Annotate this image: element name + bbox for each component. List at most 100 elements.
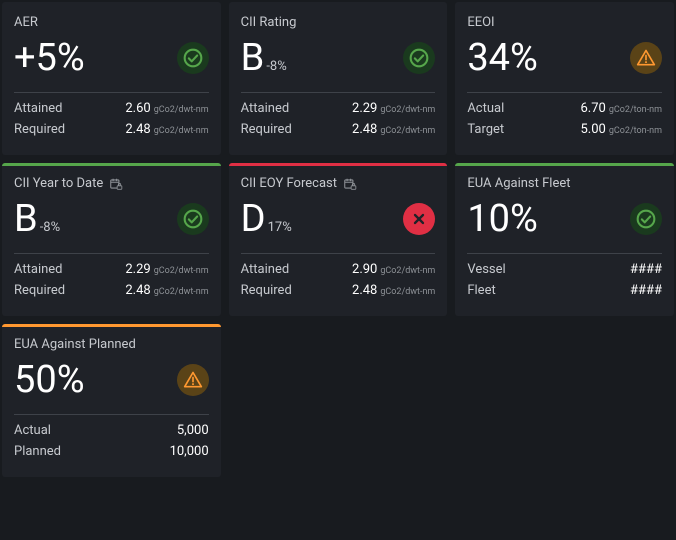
metric-card[interactable]: AER+5%Attained2.60gCo2/dwt-nmRequired2.4… (2, 2, 221, 155)
check-circle-icon (403, 42, 435, 74)
card-title-text: CII EOY Forecast (241, 176, 337, 191)
metric-unit: gCo2/dwt-nm (380, 126, 435, 136)
metric-label: Required (14, 122, 65, 137)
metric-card[interactable]: CII Year to Date B-8% Attained 2.29 gCo2/dwt… (2, 163, 221, 316)
headline-main: D (241, 197, 266, 241)
card-title: EEOI (467, 15, 662, 30)
metric-label: Actual (14, 423, 51, 438)
metric-number: 10,000 (170, 444, 209, 459)
metric-card[interactable]: EUA Against Fleet10%Vessel####Fleet#### (455, 163, 674, 316)
metric-row: Attained 2.90gCo2/dwt-nm (241, 262, 436, 277)
headline-row: D17% (241, 195, 436, 243)
metric-number: 2.48 (125, 283, 150, 298)
headline-row: 34% (467, 34, 662, 82)
separator (467, 92, 662, 93)
headline-value: B-8% (241, 36, 287, 80)
separator (14, 414, 209, 415)
metric-unit: gCo2/dwt-nm (154, 266, 209, 276)
metric-label: Attained (14, 262, 63, 277)
headline-value: 10% (467, 197, 538, 241)
metric-label: Attained (241, 101, 290, 116)
x-circle-icon (403, 203, 435, 235)
metric-row: Actual 6.70gCo2/ton-nm (467, 101, 662, 116)
card-title: EUA Against Planned (14, 337, 209, 352)
metric-number: 2.29 (125, 262, 150, 277)
metric-label: Attained (241, 262, 290, 277)
metric-label: Actual (467, 101, 504, 116)
metric-value: 2.48gCo2/dwt-nm (352, 122, 435, 137)
alert-triangle-icon (177, 364, 209, 396)
card-title-text: EUA Against Fleet (467, 176, 570, 191)
metric-value: 2.48gCo2/dwt-nm (352, 283, 435, 298)
card-title: CII Year to Date (14, 176, 209, 191)
separator (241, 253, 436, 254)
separator (241, 92, 436, 93)
metric-row: Fleet#### (467, 283, 662, 298)
metric-label: Vessel (467, 262, 505, 277)
headline-main: B (14, 197, 38, 241)
metric-card[interactable]: CII EOY Forecast D17% Attained 2.90gCo2/dwt… (229, 163, 448, 316)
metric-row: Required 2.48 gCo2/dwt-nm (14, 283, 209, 298)
headline-value: B-8% (14, 197, 60, 241)
metric-unit: gCo2/ton-nm (609, 105, 662, 115)
separator (14, 253, 209, 254)
card-title: CII EOY Forecast (241, 176, 436, 191)
metric-card[interactable]: CII Rating B-8% Attained 2.29gCo2/dwt-nm Req… (229, 2, 448, 155)
metric-value: 2.48gCo2/dwt-nm (125, 122, 208, 137)
headline-value: +5% (14, 36, 85, 80)
metric-number: 2.90 (352, 262, 377, 277)
metric-number: 2.60 (125, 101, 150, 116)
metric-label: Required (241, 283, 292, 298)
headline-row: 50% (14, 356, 209, 404)
metric-unit: gCo2/ton-nm (609, 126, 662, 136)
headline-row: B-8% (14, 195, 209, 243)
headline-value: 34% (467, 36, 538, 80)
metric-row: Target5.00gCo2/ton-nm (467, 122, 662, 137)
metric-number: #### (630, 262, 662, 277)
headline-main: B (241, 36, 265, 80)
metric-row: Vessel #### (467, 262, 662, 277)
headline-row: B-8% (241, 34, 436, 82)
card-title-text: EUA Against Planned (14, 337, 136, 352)
metric-label: Planned (14, 444, 61, 459)
metric-unit: gCo2/dwt-nm (380, 287, 435, 297)
metric-number: 5,000 (177, 423, 209, 438)
headline-value: 50% (14, 358, 85, 402)
headline-main: 50% (14, 358, 85, 402)
calendar-lock-icon (109, 177, 123, 191)
metric-value: 5.00gCo2/ton-nm (581, 122, 663, 137)
metric-card[interactable]: EEOI34%Actual6.70gCo2/ton-nmTarget5.00gC… (455, 2, 674, 155)
metric-number: 2.48 (352, 283, 377, 298)
check-circle-icon (630, 203, 662, 235)
metric-value: 2.29 gCo2/dwt-nm (125, 262, 208, 277)
metric-number: 6.70 (581, 101, 606, 116)
headline-value: D17% (241, 197, 292, 241)
metric-unit: gCo2/dwt-nm (154, 126, 209, 136)
card-title-text: EEOI (467, 15, 494, 30)
metric-number: #### (630, 283, 662, 298)
card-title: CII Rating (241, 15, 436, 30)
metric-label: Required (14, 283, 65, 298)
card-title-text: CII Year to Date (14, 176, 103, 191)
headline-sub: -8% (40, 220, 60, 235)
card-title: AER (14, 15, 209, 30)
separator (467, 253, 662, 254)
metric-unit: gCo2/dwt-nm (154, 287, 209, 297)
metric-value: 2.48 gCo2/dwt-nm (125, 283, 208, 298)
metric-row: Planned 10,000 (14, 444, 209, 459)
metric-value: #### (630, 262, 662, 277)
metric-value: #### (630, 283, 662, 298)
metric-label: Required (241, 122, 292, 137)
headline-row: +5% (14, 34, 209, 82)
check-circle-icon (177, 203, 209, 235)
card-title-text: CII Rating (241, 15, 297, 30)
calendar-lock-icon (343, 177, 357, 191)
metric-value: 2.90gCo2/dwt-nm (352, 262, 435, 277)
metric-value: 6.70gCo2/ton-nm (581, 101, 663, 116)
metric-card[interactable]: EUA Against Planned 50% Actual 5,000 Planned… (2, 324, 221, 477)
metric-number: 2.48 (352, 122, 377, 137)
metric-row: Attained 2.29gCo2/dwt-nm (241, 101, 436, 116)
card-title: EUA Against Fleet (467, 176, 662, 191)
metric-number: 5.00 (581, 122, 606, 137)
metric-value: 2.29gCo2/dwt-nm (352, 101, 435, 116)
